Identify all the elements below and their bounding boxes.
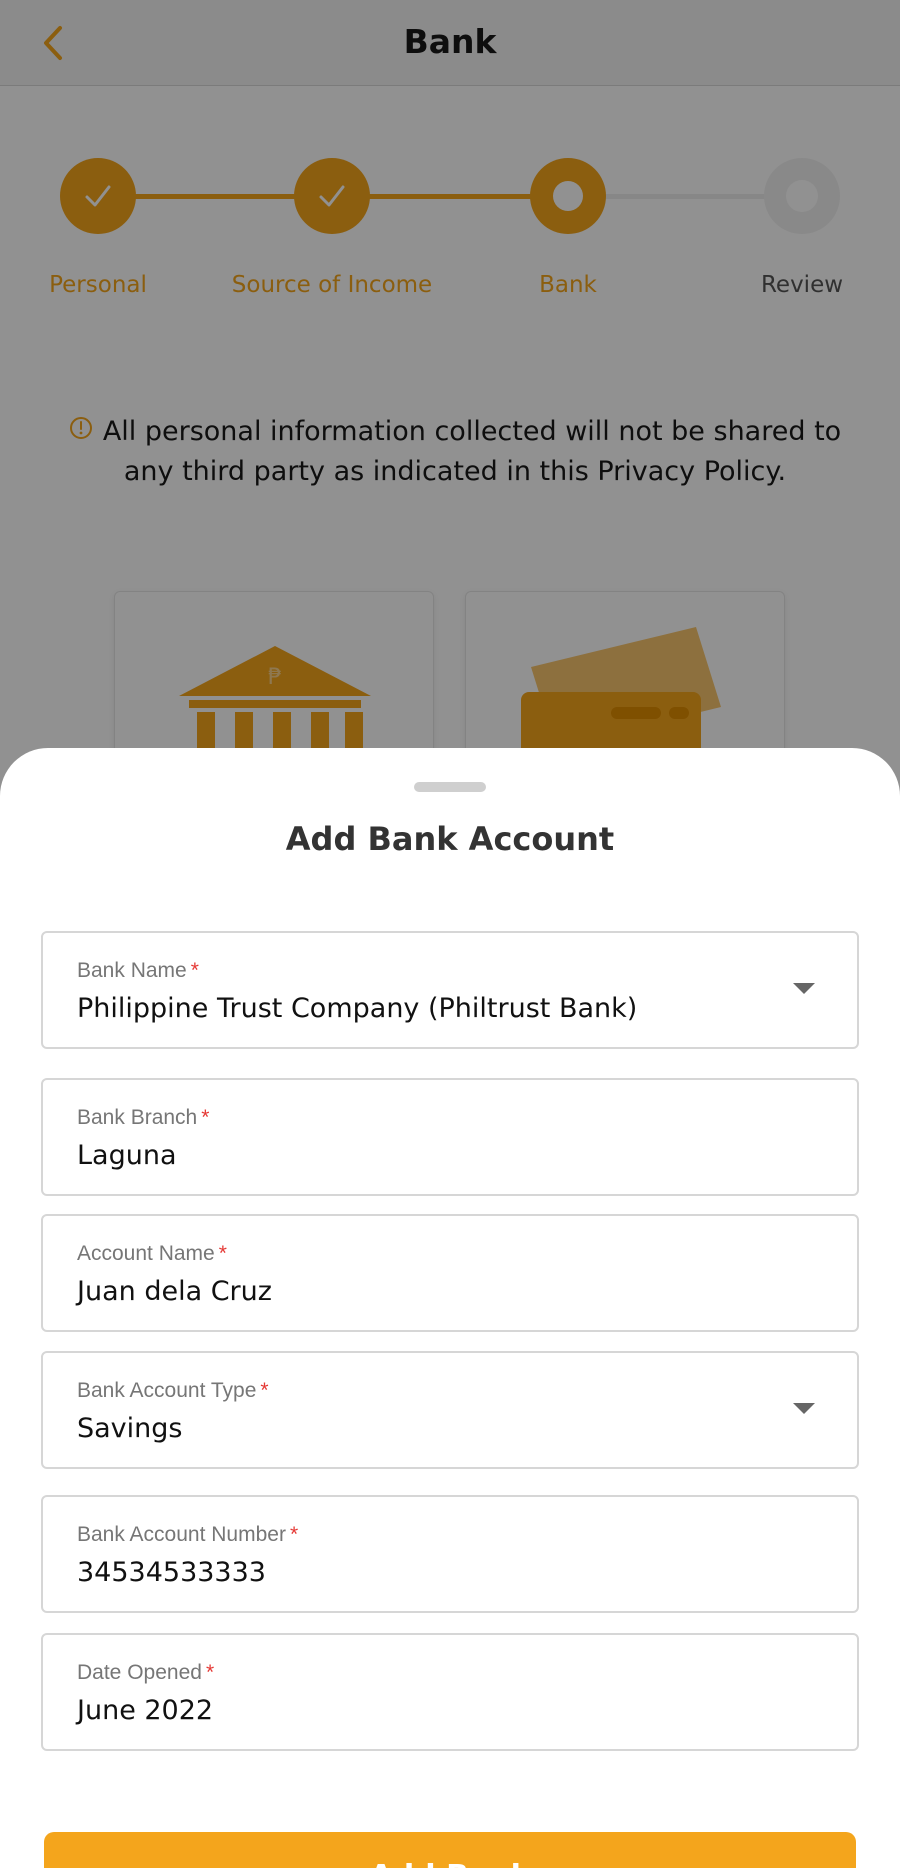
bank-account-type-label: Bank Account Type *	[77, 1379, 269, 1402]
bank-account-number-label: Bank Account Number *	[77, 1523, 299, 1546]
dropdown-arrow-icon	[793, 983, 815, 994]
bank-branch-value: Laguna	[77, 1140, 177, 1171]
bank-account-type-select[interactable]: Bank Account Type * Savings	[41, 1351, 859, 1469]
bank-account-type-value: Savings	[77, 1413, 183, 1444]
bank-account-number-field[interactable]: Bank Account Number * 34534533333	[41, 1495, 859, 1613]
sheet-title: Add Bank Account	[285, 820, 615, 858]
bank-branch-field[interactable]: Bank Branch * Laguna	[41, 1078, 859, 1196]
account-name-value: Juan dela Cruz	[77, 1276, 272, 1307]
date-opened-field[interactable]: Date Opened * June 2022	[41, 1633, 859, 1751]
bank-name-value: Philippine Trust Company (Philtrust Bank…	[77, 993, 638, 1024]
date-opened-label: Date Opened *	[77, 1661, 215, 1684]
bank-account-number-value: 34534533333	[77, 1557, 266, 1588]
bank-branch-label: Bank Branch *	[77, 1106, 210, 1129]
add-bank-account-sheet: Add Bank Account Bank Name * Philippine T…	[0, 748, 900, 1868]
dropdown-arrow-icon	[793, 1403, 815, 1414]
bank-name-select[interactable]: Bank Name * Philippine Trust Company (Phi…	[41, 931, 859, 1049]
account-name-label: Account Name *	[77, 1242, 227, 1265]
add-bank-button[interactable]: Add Bank	[44, 1832, 856, 1868]
date-opened-value: June 2022	[77, 1695, 214, 1726]
bank-name-label: Bank Name *	[77, 959, 199, 982]
sheet-drag-handle[interactable]	[414, 782, 486, 792]
account-name-field[interactable]: Account Name * Juan dela Cruz	[41, 1214, 859, 1332]
